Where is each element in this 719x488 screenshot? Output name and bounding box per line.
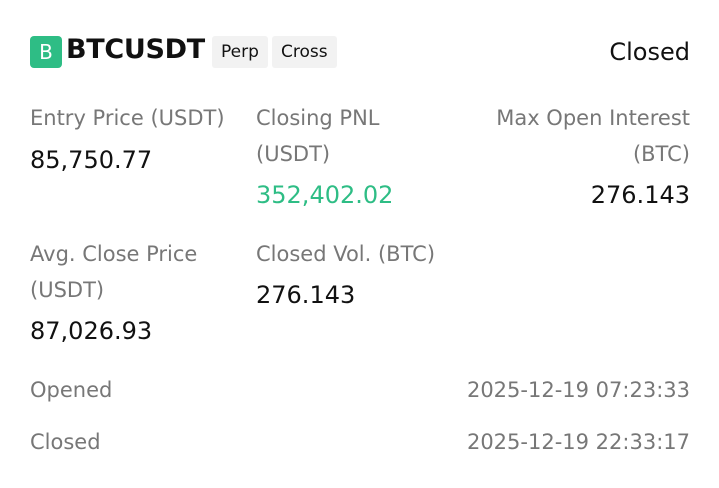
opened-label: Opened (30, 378, 113, 402)
position-status: Closed (609, 38, 690, 66)
closing-pnl-label-unit: (USDT) (256, 142, 331, 166)
entry-price-value: 85,750.77 (30, 146, 153, 174)
closed-time: 2025-12-19 22:33:17 (466, 430, 690, 454)
max-open-interest-label: Max Open Interest (496, 106, 690, 130)
closed-label: Closed (30, 430, 101, 454)
opened-time: 2025-12-19 07:23:33 (466, 378, 690, 402)
position-header: B BTCUSDT Perp Cross Closed (30, 34, 690, 68)
avg-close-price-value: 87,026.93 (30, 317, 153, 345)
max-open-interest-label-unit: (BTC) (632, 142, 690, 166)
max-open-interest-value: 276.143 (590, 181, 690, 209)
closed-vol-label: Closed Vol. (BTC) (256, 242, 436, 266)
symbol-title: BTCUSDT (66, 34, 205, 65)
btc-coin-icon: B (30, 36, 62, 68)
avg-close-price-label-unit: (USDT) (30, 278, 105, 302)
cross-margin-tag: Cross (272, 36, 337, 68)
closed-vol-value: 276.143 (256, 281, 356, 309)
closing-pnl-label: Closing PNL (256, 106, 380, 130)
position-history-card: B BTCUSDT Perp Cross Closed Entry Price … (30, 34, 690, 476)
avg-close-price-label: Avg. Close Price (30, 242, 198, 266)
closing-pnl-value: 352,402.02 (256, 181, 394, 209)
perp-tag: Perp (212, 36, 268, 68)
entry-price-label: Entry Price (USDT) (30, 106, 225, 130)
